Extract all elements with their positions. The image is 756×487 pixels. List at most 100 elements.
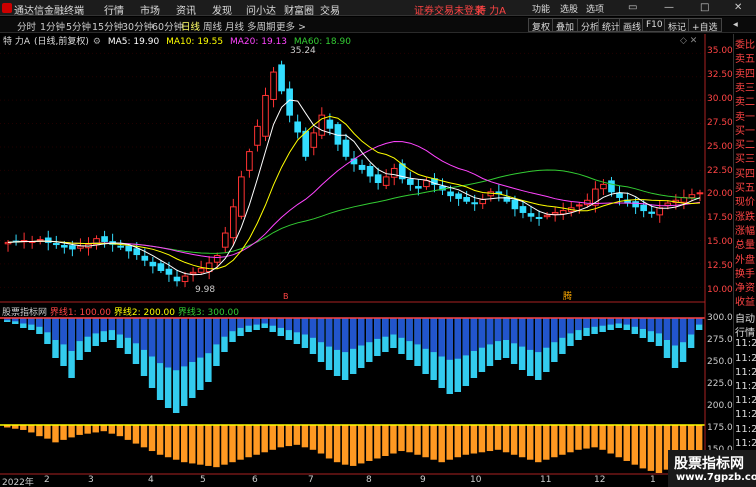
tab-fenshi[interactable]: 分时 [17,19,36,33]
quote-label: 买一 [735,125,755,137]
login-status[interactable]: 证券交易未登录 [414,2,484,17]
orange-bar [446,425,453,460]
trade-time-label: 11:2 [735,352,756,364]
menu-xuangu[interactable]: 选股 [560,2,578,15]
quote-side-panel: 委比 卖五 卖四 卖三 卖二 卖一 买一 买二 买三 买四 买五 现价 涨跌 涨幅 总量 外盘 换手 净资 收益 自动… [733,34,756,487]
blue-bar-inner [607,318,614,325]
menu-faxian[interactable]: 发现 [212,2,232,17]
orange-bar [454,425,462,458]
time-tick: 5 [200,475,206,485]
orange-bar [333,425,341,463]
blue-bar-inner [663,318,671,340]
tab-15min[interactable]: 15分钟 [92,19,123,33]
overlay-button[interactable]: 叠加 [552,18,579,33]
orange-bar [341,425,349,465]
candle-body [205,262,213,273]
blue-bar-inner [470,318,478,351]
price-tick: 17.50 [707,213,733,223]
orange-bar [551,425,558,458]
menu-jiaoyi[interactable]: 交易 [320,2,340,17]
candle-body [463,196,470,202]
candle-body [117,245,124,248]
menu-gongneng[interactable]: 功能 [532,2,550,15]
candlesticks [4,60,704,288]
blue-bar-inner [551,318,558,343]
orange-bar [92,425,99,433]
orange-bar [261,425,268,453]
candle-body [165,268,173,275]
candle-body [559,210,567,215]
tab-multi-period[interactable]: 多周期 [247,19,276,33]
restore-layout-icon[interactable]: ▭ [628,2,637,13]
orange-bar [237,425,244,460]
quote-label: 委比 [735,40,755,51]
quote-label: 卖五 [735,54,755,66]
blue-bar-inner [494,318,502,342]
kline-chart[interactable]: 35.24 9.98 B 腾 [0,34,733,487]
blue-bar-inner [132,318,140,344]
menu-zixun[interactable]: 资讯 [176,2,196,17]
trade-time-label: 11:2 [735,366,756,378]
candle-body [600,183,607,190]
orange-bar [84,425,91,434]
fuquan-button[interactable]: 复权 [528,18,555,33]
low-annotation: 9.98 [195,285,215,295]
candle-body [246,151,253,171]
blue-bar-inner [205,318,212,354]
orange-bar [205,425,212,466]
tab-30min[interactable]: 30分钟 [122,19,153,33]
f10-button[interactable]: F10 [642,18,667,32]
sub-indicator-name: 股票指标网 [2,308,48,318]
candle-body [101,236,108,242]
quote-label: 现价 [735,197,755,209]
orange-bar [36,425,43,437]
orange-bar [374,425,381,459]
candle-body [270,71,277,100]
blue-bar-inner [108,318,116,331]
tab-more[interactable]: 更多 > [276,19,306,33]
tab-60min[interactable]: 60分钟 [152,19,183,33]
orange-bar [575,425,582,450]
close-icon[interactable]: ✕ [734,2,742,13]
candle-body [213,255,221,263]
menu-hangqing[interactable]: 行情 [104,2,124,17]
blue-bar-inner [189,318,196,362]
menu-wenxiaoda[interactable]: 问小达 [246,2,276,17]
blue-bar-inner [454,318,462,359]
blue-bar-inner [293,318,301,333]
orange-bar [583,425,590,449]
menu-shichang[interactable]: 市场 [140,2,160,17]
candle-body [415,186,422,189]
candle-body [69,245,76,250]
orange-bar [494,425,502,450]
orange-bar [502,425,510,453]
orange-bar [68,425,75,438]
quote-label: 卖三 [735,82,755,94]
menu-caifuquan[interactable]: 财富圈 [284,2,314,17]
boundary-3: 界线3: 300.00 [177,308,240,318]
add-watchlist-button[interactable]: +自选 [688,18,722,33]
orange-bar [615,425,622,458]
blue-bar-inner [285,318,293,331]
tab-5min[interactable]: 5分钟 [66,19,91,33]
orange-bar [213,425,220,468]
minimize-icon[interactable]: — [664,2,674,13]
candle-body [382,176,390,186]
mark-button[interactable]: 标记 [664,18,691,33]
tab-weekly[interactable]: 周线 [203,19,222,33]
maximize-icon[interactable]: □ [700,2,709,13]
blue-bar-inner [438,318,445,357]
collapse-arrow-icon[interactable]: ◂ [733,19,738,30]
menu-xuanxiang[interactable]: 选项 [586,2,604,15]
orange-bar [325,425,333,459]
candle-body [390,167,398,178]
tab-1min[interactable]: 1分钟 [40,19,65,33]
quote-label: 买三 [735,154,755,166]
blue-bar-inner [44,318,51,333]
blue-bar-inner [623,318,630,325]
tab-daily[interactable]: 日线 [181,19,200,33]
title-bar: 通达信金融终端 行情 市场 资讯 发现 问小达 财富圈 交易 证券交易未登录 特… [0,0,756,17]
tab-monthly[interactable]: 月线 [225,19,244,33]
candle-body [61,244,68,248]
orange-bar [140,425,148,448]
